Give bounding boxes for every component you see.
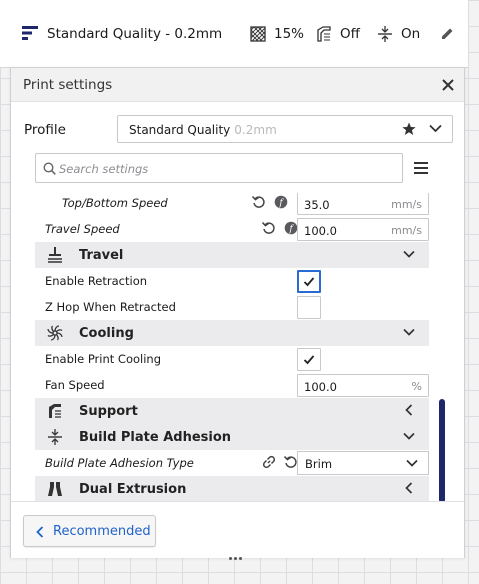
category-label: Travel	[79, 248, 124, 263]
search-placeholder: Search settings	[59, 162, 149, 176]
reset-icon[interactable]	[284, 455, 298, 469]
chevron-down-icon	[429, 124, 442, 133]
print-profile-icon	[22, 26, 38, 40]
support-icon	[49, 404, 61, 418]
adhesion-icon	[48, 429, 62, 445]
category-build-plate-adhesion[interactable]: Build Plate Adhesion	[35, 424, 429, 450]
recommended-button[interactable]: Recommended	[23, 515, 156, 547]
recommended-label: Recommended	[53, 524, 151, 539]
fan-speed-field[interactable]: 100.0 %	[297, 374, 429, 397]
close-icon[interactable]	[441, 78, 455, 92]
print-settings-panel: Print settings Profile Standard Quality 0…	[10, 67, 465, 558]
reset-icon[interactable]	[252, 195, 266, 209]
chevron-down-icon	[403, 432, 415, 440]
pencil-icon[interactable]	[441, 27, 454, 40]
setting-label: Enable Retraction	[45, 274, 148, 288]
dropdown-value: Brim	[305, 457, 333, 471]
dual-extrusion-icon	[48, 482, 62, 496]
chevron-down-icon	[403, 250, 415, 258]
active-profile-name: Standard Quality - 0.2mm	[47, 26, 223, 42]
setting-label: Build Plate Adhesion Type	[45, 456, 194, 470]
category-dual-extrusion[interactable]: Dual Extrusion	[35, 476, 429, 501]
travel-icon	[48, 247, 62, 263]
field-unit: %	[411, 380, 422, 393]
search-icon	[43, 162, 56, 175]
field-value: 100.0	[304, 380, 337, 394]
resize-handle[interactable]	[229, 557, 242, 560]
print-setup-header[interactable]: Standard Quality - 0.2mm 15% Off On	[0, 0, 468, 68]
chevron-left-icon	[405, 482, 413, 494]
adhesion-type-dropdown[interactable]: Brim	[297, 451, 429, 475]
setting-row-enable-cooling: Enable Print Cooling	[35, 346, 429, 372]
setting-label: Z Hop When Retracted	[45, 300, 176, 314]
infill-stat: 15%	[250, 26, 304, 42]
profile-layer-height: 0.2mm	[234, 123, 277, 137]
field-value: 35.0	[304, 198, 330, 212]
chevron-left-icon	[405, 404, 413, 416]
adhesion-value: On	[401, 26, 421, 42]
settings-list[interactable]: Top/Bottom Speed f 35.0 mm/s Travel Spee…	[35, 193, 431, 501]
setting-label: Fan Speed	[45, 378, 105, 392]
adhesion-icon	[378, 26, 392, 42]
support-stat: Off	[316, 26, 360, 42]
settings-scrollbar[interactable]	[439, 399, 445, 503]
setting-row-enable-retraction: Enable Retraction	[35, 268, 429, 294]
field-unit: mm/s	[391, 198, 422, 211]
category-cooling[interactable]: Cooling	[35, 320, 429, 346]
settings-visibility-menu-icon[interactable]	[414, 162, 428, 174]
setting-label: Top/Bottom Speed	[62, 196, 168, 210]
chevron-left-icon	[36, 526, 44, 538]
category-label: Dual Extrusion	[79, 482, 187, 497]
star-icon[interactable]	[402, 122, 416, 136]
travel-speed-field[interactable]: 100.0 mm/s	[297, 218, 429, 241]
category-label: Support	[79, 404, 138, 419]
setting-label: Enable Print Cooling	[45, 352, 162, 366]
link-icon[interactable]	[262, 455, 276, 469]
profile-label: Profile	[24, 122, 66, 138]
setting-row-top-bottom-speed: Top/Bottom Speed f 35.0 mm/s	[35, 193, 429, 216]
chevron-down-icon	[406, 459, 418, 467]
adhesion-stat: On	[377, 26, 420, 42]
top-bottom-speed-field[interactable]: 35.0 mm/s	[297, 193, 429, 215]
z-hop-checkbox[interactable]	[297, 296, 321, 319]
infill-icon	[250, 26, 266, 42]
category-label: Build Plate Adhesion	[79, 430, 232, 445]
panel-header: Print settings	[11, 68, 464, 102]
checkmark-icon	[303, 355, 315, 365]
category-support[interactable]: Support	[35, 398, 429, 424]
support-value: Off	[340, 26, 360, 42]
category-travel[interactable]: Travel	[35, 242, 429, 268]
panel-title: Print settings	[23, 77, 113, 93]
setting-row-adhesion-type: Build Plate Adhesion Type Brim	[35, 450, 429, 476]
category-label: Cooling	[79, 326, 134, 341]
function-icon[interactable]: f	[274, 195, 288, 209]
profile-dropdown[interactable]: Standard Quality 0.2mm	[117, 115, 453, 143]
search-input[interactable]: Search settings	[35, 153, 403, 183]
setting-row-travel-speed: Travel Speed f 100.0 mm/s	[35, 216, 429, 242]
support-icon	[317, 26, 331, 42]
checkmark-icon	[303, 277, 315, 287]
setting-row-z-hop: Z Hop When Retracted	[35, 294, 429, 320]
field-value: 100.0	[304, 224, 337, 238]
reset-icon[interactable]	[262, 221, 276, 235]
infill-value: 15%	[274, 26, 305, 42]
field-unit: mm/s	[391, 224, 422, 237]
enable-retraction-checkbox[interactable]	[297, 270, 321, 293]
profile-value: Standard Quality	[129, 123, 231, 137]
setting-label: Travel Speed	[45, 222, 120, 236]
function-icon[interactable]: f	[284, 221, 298, 235]
chevron-down-icon	[403, 328, 415, 336]
enable-cooling-checkbox[interactable]	[297, 348, 321, 371]
setting-row-fan-speed: Fan Speed 100.0 %	[35, 372, 429, 398]
fan-icon	[47, 325, 63, 341]
panel-footer: Recommended	[11, 501, 464, 558]
